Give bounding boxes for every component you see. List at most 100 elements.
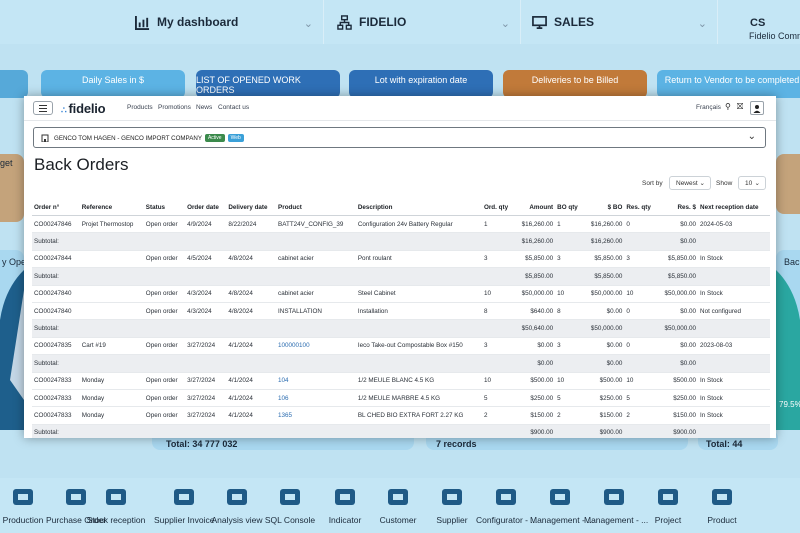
background-card bbox=[776, 154, 800, 214]
table-cell bbox=[624, 232, 658, 251]
column-header[interactable]: Next reception date bbox=[698, 199, 770, 216]
table-cell: cabinet acier bbox=[276, 250, 356, 269]
dashboard-menu[interactable]: My dashboard ⌄ bbox=[135, 0, 323, 44]
language-switch[interactable]: Français bbox=[696, 104, 721, 111]
web-badge: Web bbox=[227, 134, 244, 142]
table-cell bbox=[481, 424, 515, 438]
column-header[interactable]: Res. qty bbox=[624, 199, 658, 216]
table-cell bbox=[698, 354, 770, 373]
table-cell bbox=[226, 354, 277, 373]
tile-return-vendor[interactable]: Return to Vendor to be completed bbox=[657, 70, 800, 98]
toolbar-item-3[interactable]: Supplier Invoice bbox=[154, 484, 214, 525]
table-cell: 10 bbox=[555, 285, 584, 303]
column-header[interactable]: Res. $ bbox=[657, 199, 699, 216]
toolbar-label: SQL Console bbox=[264, 515, 316, 525]
toolbar-item-4[interactable]: Analysis view bbox=[207, 484, 267, 525]
table-cell: 4/5/2024 bbox=[185, 250, 227, 269]
column-header[interactable]: Delivery date bbox=[226, 199, 277, 216]
table-row[interactable]: CO00247840 Open order 4/3/2024 4/8/2024 INST… bbox=[32, 302, 770, 321]
column-header[interactable]: Ord. qty bbox=[481, 199, 515, 216]
toolbar-item-2[interactable]: Stock reception bbox=[86, 484, 146, 525]
nav-products[interactable]: Products bbox=[127, 104, 153, 111]
nav-promotions[interactable]: Promotions bbox=[158, 104, 191, 111]
table-cell: 4/3/2024 bbox=[185, 302, 227, 321]
table-cell bbox=[624, 267, 658, 286]
table-row[interactable]: CO00247844 Open order 4/5/2024 4/8/2024 cabi… bbox=[32, 250, 770, 269]
table-row[interactable]: CO00247835 Cart #19 Open order 3/27/2024 4/1… bbox=[32, 337, 770, 356]
subtotal-row: Subtotal: $900.00 $900.00 $900.00 bbox=[32, 424, 770, 438]
table-cell bbox=[79, 354, 144, 373]
column-header[interactable]: Product bbox=[276, 199, 356, 216]
toolbar-label: Customer bbox=[379, 515, 417, 525]
tile-work-orders[interactable]: LIST OF OPENED WORK ORDERS bbox=[196, 70, 340, 98]
table-cell: $5,850.00 bbox=[514, 250, 556, 269]
toolbar-item-11[interactable]: Management - ... bbox=[584, 484, 649, 525]
column-header[interactable]: BO qty bbox=[555, 199, 584, 216]
sort-select[interactable]: Newest ⌄ bbox=[669, 176, 711, 190]
table-cell: 1 bbox=[555, 215, 584, 234]
column-header[interactable]: Order n° bbox=[32, 199, 80, 216]
table-row[interactable]: CO00247846 Projet Thermostop Open order 4/9… bbox=[32, 215, 770, 234]
table-row[interactable]: CO00247833 Monday Open order 3/27/2024 4/1/2… bbox=[32, 372, 770, 390]
table-cell bbox=[481, 354, 515, 373]
map-pin-icon bbox=[550, 489, 570, 505]
table-cell[interactable]: 1365 bbox=[276, 406, 356, 425]
fidelio-logo[interactable]: ∴ fidelio bbox=[61, 101, 106, 116]
toolbar-label: Management - ... bbox=[584, 515, 649, 525]
table-cell: 3 bbox=[481, 337, 515, 356]
cart-icon[interactable]: ⛝ bbox=[737, 102, 743, 112]
table-cell: CO00247833 bbox=[32, 372, 80, 390]
column-header[interactable]: Status bbox=[143, 199, 186, 216]
table-cell bbox=[624, 319, 658, 338]
nav-contact[interactable]: Contact us bbox=[218, 104, 249, 111]
toolbar-item-12[interactable]: Project bbox=[638, 484, 698, 525]
toolbar-item-5[interactable]: SQL Console bbox=[260, 484, 320, 525]
table-row[interactable]: CO00247840 Open order 4/3/2024 4/8/2024 cabi… bbox=[32, 285, 770, 303]
table-cell[interactable]: 104 bbox=[276, 372, 356, 390]
toolbar-item-6[interactable]: Indicator bbox=[315, 484, 375, 525]
tile-daily-sales[interactable]: Daily Sales in $ bbox=[41, 70, 185, 98]
column-header[interactable]: $ BO bbox=[583, 199, 625, 216]
table-cell: $50,640.00 bbox=[514, 319, 556, 338]
show-select[interactable]: 10 ⌄ bbox=[738, 176, 766, 190]
table-cell: 4/9/2024 bbox=[185, 215, 227, 234]
column-header[interactable]: Amount bbox=[514, 199, 556, 216]
toolbar-item-7[interactable]: Customer bbox=[368, 484, 428, 525]
table-cell: CO00247833 bbox=[32, 406, 80, 425]
table-cell: Subtotal: bbox=[32, 232, 80, 251]
table-cell: 4/1/2024 bbox=[226, 406, 277, 425]
module-menu[interactable]: SALES ⌄ bbox=[532, 0, 717, 44]
tile-lot-expiration[interactable]: Lot with expiration date bbox=[349, 70, 493, 98]
table-cell: $640.00 bbox=[514, 302, 556, 321]
table-cell: $0.00 bbox=[514, 337, 556, 356]
table-row[interactable]: CO00247833 Monday Open order 3/27/2024 4/1/2… bbox=[32, 389, 770, 408]
column-header[interactable]: Description bbox=[355, 199, 482, 216]
toolbar-item-8[interactable]: Supplier bbox=[422, 484, 482, 525]
toolbar-item-10[interactable]: Management - ... bbox=[530, 484, 594, 525]
user-account-button[interactable] bbox=[750, 101, 764, 115]
user-initials[interactable]: CS bbox=[750, 17, 765, 29]
back-orders-table: Order n° Reference Status Order date Deliver… bbox=[32, 199, 770, 438]
table-row[interactable]: CO00247833 Monday Open order 3/27/2024 4/1/2… bbox=[32, 406, 770, 425]
column-header[interactable]: Order date bbox=[185, 199, 227, 216]
tile-deliveries-billed[interactable]: Deliveries to be Billed bbox=[503, 70, 647, 98]
table-cell: $900.00 bbox=[657, 424, 699, 438]
toolbar-item-13[interactable]: Product bbox=[692, 484, 752, 525]
table-cell[interactable]: 106 bbox=[276, 389, 356, 408]
column-header[interactable]: Reference bbox=[79, 199, 144, 216]
search-icon[interactable]: ⚲ bbox=[725, 102, 731, 111]
table-cell: 3 bbox=[555, 250, 584, 269]
table-cell: Configuration 24v Battery Regular bbox=[355, 215, 482, 234]
company-selector[interactable]: GENCO TOM HAGEN - GENCO IMPORT COMPANY Ac… bbox=[33, 127, 766, 148]
table-cell bbox=[624, 354, 658, 373]
table-cell: In Stock bbox=[698, 389, 770, 408]
table-cell: 0 bbox=[624, 302, 658, 321]
nav-news[interactable]: News bbox=[196, 104, 212, 111]
hamburger-menu-button[interactable] bbox=[33, 101, 53, 115]
toolbar-item-9[interactable]: Configurator - ... bbox=[476, 484, 537, 525]
table-cell[interactable]: 100000100 bbox=[276, 337, 356, 356]
module-label: SALES bbox=[554, 15, 595, 29]
company-menu[interactable]: FIDELIO ⌄ bbox=[337, 0, 520, 44]
table-cell bbox=[185, 267, 227, 286]
table-cell bbox=[185, 319, 227, 338]
